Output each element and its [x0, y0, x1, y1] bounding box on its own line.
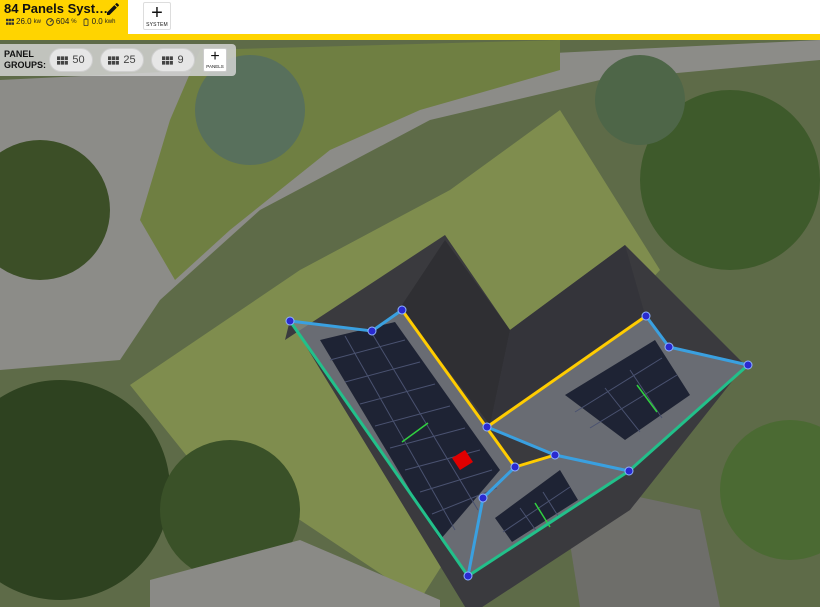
- ratio-stat: 604%: [46, 17, 77, 26]
- project-stats: 26.0 kw 604% 0.0 kwh: [6, 17, 115, 26]
- roof-vertex[interactable]: [463, 571, 473, 581]
- plus-icon: +: [210, 48, 220, 65]
- roof-vertex[interactable]: [510, 462, 520, 472]
- ratio-value: 604: [55, 17, 70, 26]
- gauge-icon: [46, 17, 54, 26]
- system-button-label: SYSTEM: [146, 22, 168, 28]
- panel-groups-bar: PANEL GROUPS: 50 25 9 + PANELS: [0, 44, 236, 76]
- panel-grid-icon: [6, 18, 14, 25]
- roof-vertex[interactable]: [482, 422, 492, 432]
- capacity-unit: kw: [33, 18, 41, 25]
- roof-vertex[interactable]: [367, 326, 377, 336]
- add-panels-button[interactable]: + PANELS: [203, 48, 227, 72]
- panel-grid-icon: [108, 55, 120, 65]
- roof-vertex[interactable]: [478, 493, 488, 503]
- panel-group-chip-1[interactable]: 50: [49, 48, 93, 72]
- capacity-value: 26.0: [16, 17, 32, 26]
- plus-icon: +: [151, 2, 163, 24]
- panel-group-count: 9: [177, 54, 184, 66]
- panel-grid-icon: [57, 55, 69, 65]
- panel-group-chip-2[interactable]: 25: [100, 48, 144, 72]
- capacity-stat: 26.0 kw: [6, 17, 41, 26]
- pencil-edit-icon[interactable]: [105, 1, 121, 17]
- project-title: 84 Panels Syst…: [4, 1, 109, 16]
- satellite-map[interactable]: [0, 40, 820, 607]
- storage-value: 0.0: [91, 17, 103, 26]
- roof-vertex[interactable]: [550, 450, 560, 460]
- storage-stat: 0.0 kwh: [82, 17, 116, 26]
- add-panels-label: PANELS: [206, 64, 224, 69]
- panel-group-chip-3[interactable]: 9: [151, 48, 195, 72]
- panel-group-count: 50: [72, 54, 85, 66]
- panel-grid-icon: [162, 55, 174, 65]
- roof-vertex[interactable]: [285, 316, 295, 326]
- map-canvas[interactable]: [0, 40, 820, 607]
- storage-unit: kwh: [104, 18, 116, 25]
- roof-vertex[interactable]: [641, 311, 651, 321]
- ratio-unit: %: [71, 18, 77, 25]
- project-summary-card[interactable]: 84 Panels Syst… 26.0 kw 604% 0.0 kwh: [0, 0, 128, 34]
- roof-vertex[interactable]: [664, 342, 674, 352]
- roof-vertex[interactable]: [624, 466, 634, 476]
- panel-groups-label: PANEL GROUPS:: [4, 49, 47, 70]
- roof-vertex[interactable]: [397, 305, 407, 315]
- battery-icon: [83, 17, 89, 26]
- panel-group-count: 25: [123, 54, 136, 66]
- roof-vertex[interactable]: [743, 360, 753, 370]
- add-system-button[interactable]: + SYSTEM: [143, 2, 171, 30]
